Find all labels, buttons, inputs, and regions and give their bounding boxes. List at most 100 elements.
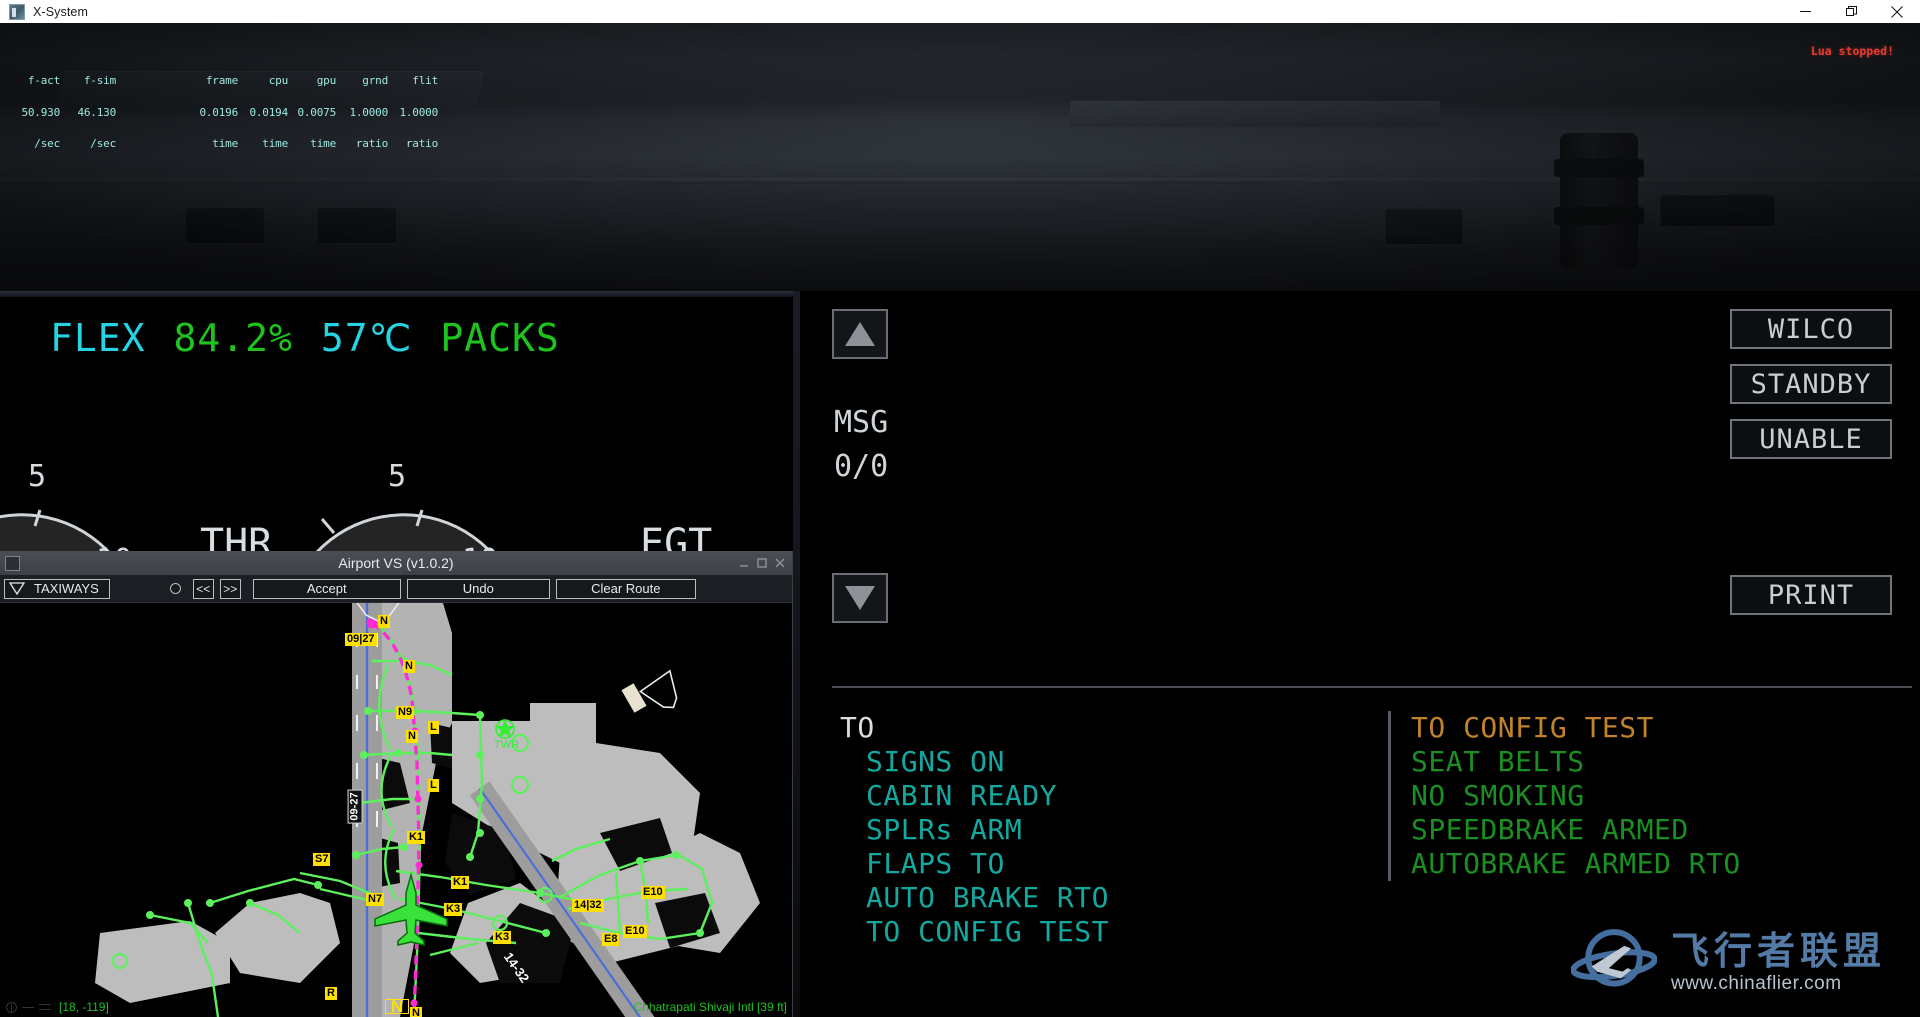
close-icon[interactable]: [1874, 0, 1920, 23]
stats-hdr-flit: flit: [412, 74, 438, 87]
ecam-bezel-top: [0, 291, 793, 297]
memo-item-speedbrake-armed: SPEEDBRAKE ARMED: [1411, 813, 1689, 846]
next-button[interactable]: >>: [219, 578, 241, 599]
dcdu-unable-button[interactable]: UNABLE: [1730, 419, 1892, 459]
memo-item-splrs-arm: SPLRs ARM: [866, 813, 1023, 846]
ecam-memo-area: TO SIGNS ON CABIN READY SPLRs ARM FLAPS …: [832, 711, 1917, 961]
stats-unit-grnd: ratio: [355, 137, 388, 150]
stats-header-row: f-act f-sim frame cpu gpu grnd flit: [8, 74, 438, 87]
dcdu-msg-count: 0/0: [834, 449, 889, 484]
application-root: X-System f-act f-sim frame cpu gpu grnd …: [0, 0, 1920, 1017]
map-label-e10-b: E10: [623, 925, 647, 938]
map-label-1432: 14|32: [572, 899, 604, 912]
stats-spacer-2: [116, 108, 186, 119]
engine2-tick-5: 5: [388, 459, 407, 494]
memo-to-title: TO: [840, 711, 875, 744]
stats-value-row: 50.930 46.130 0.0196 0.0194 0.0075 1.000…: [8, 105, 438, 119]
undo-button[interactable]: Undo: [406, 578, 550, 599]
airport-vs-toolbar: TAXIWAYS << >> Accept Undo Clear Route: [0, 575, 792, 603]
dcdu-wilco-button[interactable]: WILCO: [1730, 309, 1892, 349]
map-label-k3-b: K3: [493, 931, 512, 944]
layer-dropdown-label: TAXIWAYS: [34, 581, 99, 596]
dcdu-scroll-down-button[interactable]: [832, 573, 888, 623]
compass-icon: [6, 1001, 17, 1013]
prev-button[interactable]: <<: [192, 578, 214, 599]
tower-label: TWR: [494, 739, 520, 751]
memo-item-seat-belts: SEAT BELTS: [1411, 745, 1585, 778]
planet-plane-logo: [1570, 929, 1657, 987]
memo-item-auto-brake-rto: AUTO BRAKE RTO: [866, 881, 1110, 914]
map-label-n-2: N: [403, 660, 415, 673]
memo-left-column: TO SIGNS ON CABIN READY SPLRs ARM FLAPS …: [840, 711, 1109, 949]
map-coordinates: [18, -119]: [59, 1000, 109, 1014]
stats-unit-gpu: time: [310, 137, 336, 150]
airport-vs-titlebar[interactable]: Airport VS (v1.0.2): [0, 551, 792, 575]
dcdu-message-status: MSG 0/0: [834, 401, 888, 489]
map-label-l-1: L: [428, 721, 439, 734]
scroll-up-arrow-icon: [845, 322, 875, 346]
map-label-n7: N7: [366, 893, 385, 906]
memo-item-autobrake-armed-rto: AUTOBRAKE ARMED RTO: [1411, 847, 1741, 880]
ecam-n1-percent: 84.2%: [173, 316, 293, 360]
map-label-n9: N9: [396, 706, 415, 719]
memo-item-signs-on: SIGNS ON: [866, 745, 1005, 778]
map-label-s7: S7: [313, 853, 331, 866]
app-icon: [9, 3, 25, 20]
watermark-brand: 飞行者联盟: [1670, 929, 1886, 973]
stats-hdr-frame: frame: [205, 74, 238, 87]
airport-vs-window[interactable]: Airport VS (v1.0.2) TAXIWAYS << >> Accep…: [0, 551, 793, 1017]
watermark-url: www.chinaflier.com: [1670, 973, 1842, 994]
dcdu-print-button[interactable]: PRINT: [1730, 575, 1892, 615]
lua-status-message: Lua stopped!: [1810, 44, 1894, 58]
airport-vs-maximize-icon[interactable]: [755, 556, 769, 570]
display-bezel-divider: [793, 291, 800, 1017]
runway-label-09-27: 09-27: [347, 789, 363, 824]
ecam-flex-temp: 57℃: [320, 316, 413, 360]
map-label-e8: E8: [602, 933, 620, 946]
stats-hdr-f-sim: f-sim: [83, 74, 116, 87]
ecam-thrust-header: FLEX 84.2% 57℃ PACKS: [50, 316, 560, 360]
airport-map-canvas[interactable]: N 09|27 N N9 N L L K1 S7 N7 K1 K3 K3 14|…: [0, 603, 792, 1017]
clear-route-button[interactable]: Clear Route: [555, 578, 696, 599]
stats-val-frame: 0.0196: [199, 105, 238, 119]
airport-vs-title: Airport VS (v1.0.2): [338, 555, 454, 571]
memo-item-no-smoking: NO SMOKING: [1411, 779, 1585, 812]
status-icons: [6, 1001, 51, 1013]
dcdu-standby-button[interactable]: STANDBY: [1730, 364, 1892, 404]
map-label-n-top: N: [378, 615, 390, 628]
memo-warning-to-config-test: TO CONFIG TEST: [1411, 711, 1655, 744]
memo-right-column: TO CONFIG TEST SEAT BELTS NO SMOKING SPE…: [1388, 711, 1741, 881]
stats-unit-f-act: /sec: [34, 137, 60, 150]
route-mode-radio[interactable]: [169, 583, 181, 594]
engine1-tick-5: 5: [28, 459, 47, 494]
stats-val-gpu: 0.0075: [297, 105, 336, 119]
map-label-k1-top: K1: [407, 831, 426, 844]
watermark-text: 飞行者联盟 www.chinaflier.com: [1671, 931, 1886, 995]
dcdu-msg-label: MSG: [834, 405, 889, 440]
minimize-icon[interactable]: [1782, 0, 1828, 23]
airport-vs-minimize-icon[interactable]: [737, 556, 751, 570]
layer-dropdown[interactable]: TAXIWAYS: [4, 578, 110, 599]
maximize-icon[interactable]: [1828, 0, 1874, 23]
airport-vs-close-icon[interactable]: [773, 556, 787, 570]
airport-vs-window-controls: [737, 556, 792, 570]
dcdu-content: MSG 0/0 WILCO STANDBY UNABLE PRINT TO SI…: [814, 301, 1912, 948]
accept-button[interactable]: Accept: [252, 578, 401, 599]
stats-unit-row: /sec /sec time time time ratio ratio: [8, 137, 438, 150]
ecam-flex-label: FLEX: [50, 316, 146, 360]
stats-unit-cpu: time: [262, 137, 288, 150]
map-label-l-2: L: [428, 779, 439, 792]
stats-hdr-grnd: grnd: [362, 74, 388, 87]
window-titlebar: X-System: [0, 0, 1920, 23]
scale-bar-icon: [39, 1004, 51, 1010]
dcdu-display[interactable]: MSG 0/0 WILCO STANDBY UNABLE PRINT TO SI…: [800, 291, 1920, 1017]
simulator-viewport[interactable]: f-act f-sim frame cpu gpu grnd flit 50.9…: [0, 23, 1920, 1017]
stats-hdr-gpu: gpu: [316, 74, 336, 87]
window-controls: [1782, 0, 1920, 23]
map-label-e10-a: E10: [641, 886, 665, 899]
window-title: X-System: [33, 4, 88, 19]
airport-vs-status-bar: [18, -119] Chhatrapati Shivaji Intl [39 …: [0, 997, 792, 1017]
stats-unit-f-sim: /sec: [90, 137, 116, 150]
memo-item-flaps-to: FLAPS TO: [866, 847, 1005, 880]
dcdu-scroll-up-button[interactable]: [832, 309, 888, 359]
